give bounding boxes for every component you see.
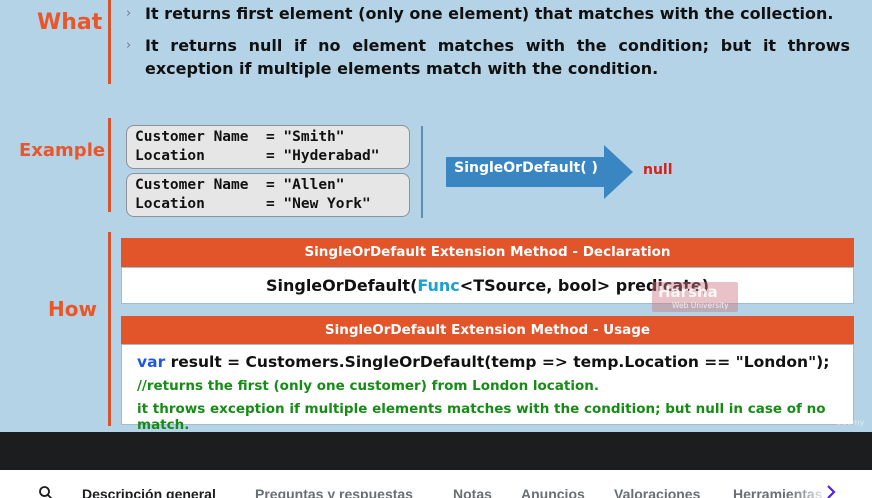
code-keyword: var [137, 353, 166, 371]
chevron-right-icon: › [126, 38, 132, 53]
tab-reviews[interactable]: Valoraciones [614, 486, 700, 498]
arrow-label: SingleOrDefault( ) [454, 160, 598, 176]
example-divider [108, 118, 111, 212]
usage-code: var result = Customers.SingleOrDefault(t… [137, 353, 829, 371]
declaration-code: SingleOrDefault(Func<TSource, bool> pred… [122, 276, 853, 295]
udemy-watermark: Udemy [836, 418, 865, 427]
bullet-2-text: It returns null if no element matches wi… [145, 36, 850, 78]
how-divider [108, 232, 111, 426]
null-result: null [643, 162, 673, 178]
customer-location-line: Location = "New York" [135, 196, 371, 212]
customer-name-line: Customer Name = "Smith" [135, 129, 345, 145]
code-statement: result = Customers.SingleOrDefault(temp … [165, 353, 830, 371]
example-label: Example [19, 140, 106, 161]
declaration-header: SingleOrDefault Extension Method - Decla… [121, 238, 854, 267]
usage-comment-2: it throws exception if multiple elements… [137, 401, 826, 432]
tab-notes[interactable]: Notas [453, 486, 492, 498]
tab-overview[interactable]: Descripción general [82, 486, 216, 498]
chevron-right-icon: › [126, 6, 132, 21]
slide: What › It returns first element (only on… [0, 0, 872, 432]
example-separator [421, 126, 423, 218]
customer-name-line: Customer Name = "Allen" [135, 177, 345, 193]
usage-header: SingleOrDefault Extension Method - Usage [121, 316, 854, 344]
code-keyword: Func [417, 276, 460, 295]
declaration-panel: SingleOrDefault(Func<TSource, bool> pred… [121, 267, 854, 304]
what-divider [108, 0, 111, 84]
usage-comment-1: //returns the first (only one customer) … [137, 378, 599, 394]
how-label: How [48, 297, 97, 321]
watermark-subtitle: Web University [672, 301, 729, 310]
chevron-right-icon[interactable] [824, 484, 838, 498]
search-icon[interactable] [38, 485, 54, 498]
watermark-title: Harsha [658, 283, 718, 301]
watermark-logo: Harsha Web University [652, 282, 738, 312]
usage-panel: var result = Customers.SingleOrDefault(t… [121, 344, 854, 432]
what-label: What [37, 10, 103, 35]
tab-questions-answers[interactable]: Preguntas y respuestas [255, 486, 413, 498]
course-tabs: Descripción general Preguntas y respuest… [0, 470, 872, 498]
tab-announcements[interactable]: Anuncios [521, 486, 585, 498]
code-method: SingleOrDefault( [265, 276, 418, 295]
player-control-bar [0, 432, 872, 470]
customer-location-line: Location = "Hyderabad" [135, 148, 380, 164]
customer-card: Customer Name = "Allen" Location = "New … [126, 173, 410, 217]
bullet-1-text: It returns first element (only one eleme… [145, 4, 834, 23]
customer-card: Customer Name = "Smith" Location = "Hyde… [126, 125, 410, 169]
